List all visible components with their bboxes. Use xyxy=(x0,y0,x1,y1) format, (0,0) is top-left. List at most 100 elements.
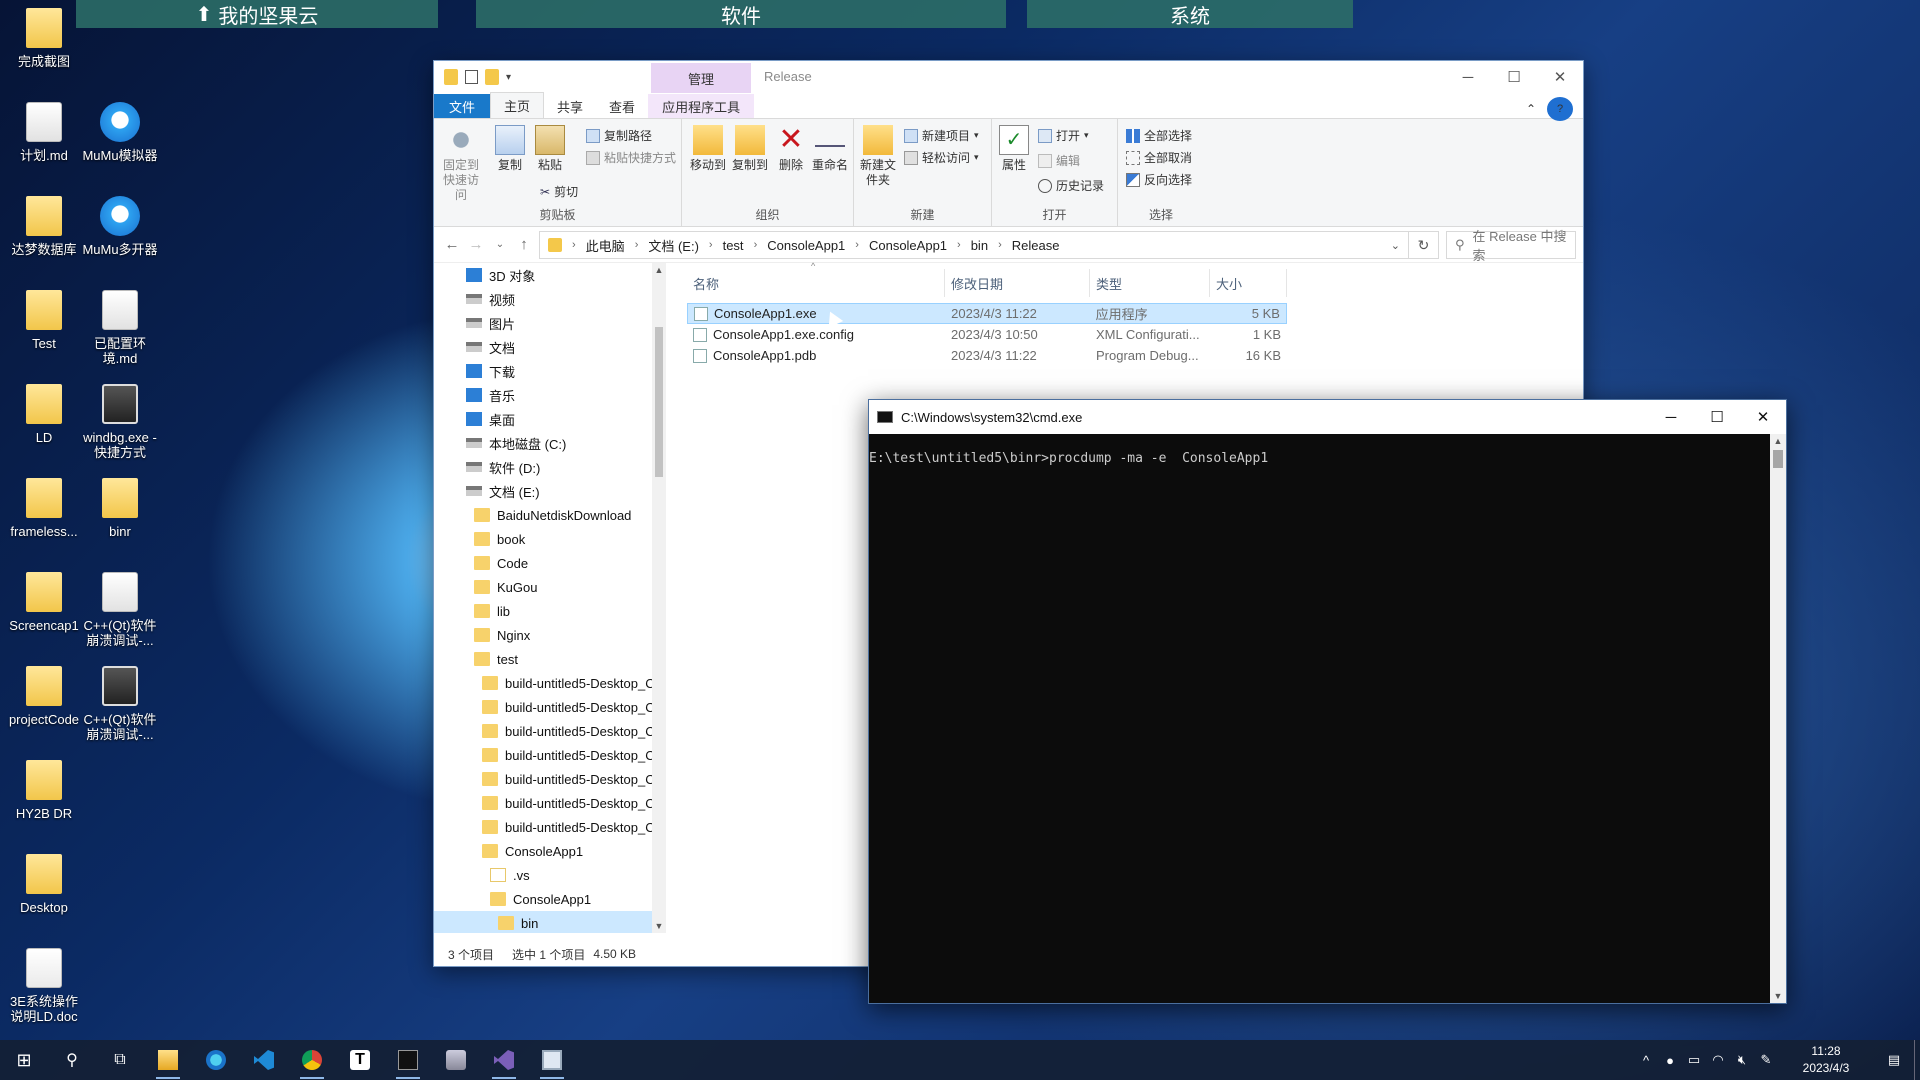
cmd-titlebar[interactable]: C:\Windows\system32\cmd.exe ─ ☐ ✕ xyxy=(869,400,1786,434)
taskbar-visual-studio[interactable] xyxy=(480,1040,528,1080)
cmd-console[interactable]: E:\test\untitled5\binr>procdump -ma -e C… xyxy=(869,434,1770,1003)
navigation-pane[interactable]: 3D 对象 视频 图片 文档 下载 音乐 桌面 本地磁盘 (C:) 软件 (D:) 文档 (E:)… xyxy=(434,263,666,933)
nav-item[interactable]: book xyxy=(434,527,666,551)
open-button[interactable]: 打开 ▾ xyxy=(1038,127,1089,144)
nav-scroll-thumb[interactable] xyxy=(655,327,663,477)
desktop-icon[interactable]: LD xyxy=(6,384,82,445)
edit-button[interactable]: 编辑 xyxy=(1038,152,1080,169)
move-to-button[interactable]: 移动到 xyxy=(690,125,726,173)
column-date[interactable]: 修改日期 xyxy=(945,269,1090,297)
file-row[interactable]: ConsoleApp1.pdb 2023/4/3 11:22 Program Deb… xyxy=(687,345,1287,366)
pin-button[interactable]: 固定到快速访问 xyxy=(438,125,484,203)
nav-item[interactable]: ConsoleApp1 xyxy=(434,839,666,863)
nav-item[interactable]: 下载 xyxy=(434,359,666,383)
refresh-button[interactable]: ↻ xyxy=(1409,231,1439,259)
chevron-right-icon[interactable]: › xyxy=(855,239,859,251)
scroll-down-icon[interactable]: ▼ xyxy=(652,921,666,931)
address-dropdown-icon[interactable]: ⌄ xyxy=(1391,239,1400,252)
cmd-scrollbar[interactable]: ▲ ▼ xyxy=(1770,434,1786,1003)
desktop-icon[interactable]: 达梦数据库 xyxy=(6,196,82,257)
explorer-titlebar[interactable]: ▾ 管理 Release ─ ☐ ✕ xyxy=(434,61,1583,93)
desktop-icon[interactable]: 完成截图 xyxy=(6,8,82,69)
desktop-icon[interactable]: 3E系统操作说明LD.doc xyxy=(6,948,82,1024)
easy-access-button[interactable]: 轻松访问 ▾ xyxy=(904,149,979,166)
scroll-up-icon[interactable]: ▲ xyxy=(652,265,666,275)
desktop-icon[interactable]: projectCode xyxy=(6,666,82,727)
chevron-right-icon[interactable]: › xyxy=(957,239,961,251)
desktop-icon[interactable]: Desktop xyxy=(6,854,82,915)
nav-item[interactable]: 桌面 xyxy=(434,407,666,431)
nav-item[interactable]: 本地磁盘 (C:) xyxy=(434,431,666,455)
taskbar-edge[interactable] xyxy=(192,1040,240,1080)
fence-software[interactable]: 软件 xyxy=(476,0,1006,28)
cmd-maximize-button[interactable]: ☐ xyxy=(1694,400,1740,434)
chevron-right-icon[interactable]: › xyxy=(998,239,1002,251)
chevron-up-icon[interactable]: ^ xyxy=(1634,1053,1658,1068)
desktop-icon[interactable]: C++(Qt)软件崩溃调试-... xyxy=(82,666,158,742)
desktop-icon[interactable]: HY2B DR xyxy=(6,760,82,821)
cmd-scroll-down-icon[interactable]: ▼ xyxy=(1770,991,1786,1001)
nav-item[interactable]: build-untitled5-Desktop_C xyxy=(434,695,666,719)
recent-dropdown-icon[interactable]: ⌄ xyxy=(488,239,512,250)
new-item-button[interactable]: 新建项目 ▾ xyxy=(904,127,979,144)
desktop-icon[interactable]: C++(Qt)软件崩溃调试-... xyxy=(82,572,158,648)
copy-to-button[interactable]: 复制到 xyxy=(732,125,768,173)
paste-button[interactable]: 粘贴 xyxy=(534,125,566,173)
nav-scrollbar[interactable]: ▲ ▼ xyxy=(652,263,666,933)
nav-item[interactable]: build-untitled5-Desktop_C xyxy=(434,671,666,695)
start-button[interactable]: ⊞ xyxy=(0,1040,48,1080)
nav-item[interactable]: 文档 xyxy=(434,335,666,359)
clock[interactable]: 11:28 2023/4/3 xyxy=(1778,1043,1874,1077)
chevron-right-icon[interactable]: › xyxy=(709,239,713,251)
desktop-icon[interactable]: Test xyxy=(6,290,82,351)
nav-item[interactable]: .vs xyxy=(434,863,666,887)
forward-arrow-icon[interactable]: → xyxy=(464,236,488,253)
qq-icon[interactable]: ● xyxy=(1658,1053,1682,1068)
search-input[interactable]: ⚲ 在 Release 中搜索 xyxy=(1446,229,1576,263)
file-row[interactable]: ConsoleApp1.exe 2023/4/3 11:22 应用程序 5 KB xyxy=(687,303,1287,324)
cmd-close-button[interactable]: ✕ xyxy=(1740,400,1786,434)
task-view-button[interactable]: ⧉ xyxy=(96,1040,144,1080)
volume-muted-icon[interactable]: 🔇︎ xyxy=(1730,1052,1754,1068)
tab-application-tools[interactable]: 应用程序工具 xyxy=(648,94,755,118)
nav-item[interactable]: 图片 xyxy=(434,311,666,335)
cmd-window[interactable]: C:\Windows\system32\cmd.exe ─ ☐ ✕ E:\tes… xyxy=(868,399,1787,1004)
cmd-scroll-thumb[interactable] xyxy=(1773,450,1783,468)
taskbar-explorer[interactable] xyxy=(144,1040,192,1080)
delete-button[interactable]: ✕ 删除 xyxy=(776,125,806,173)
qat-dropdown-icon[interactable]: ▾ xyxy=(506,72,511,83)
nav-item[interactable]: build-untitled5-Desktop_C xyxy=(434,791,666,815)
nav-item[interactable]: build-untitled5-Desktop_C xyxy=(434,719,666,743)
breadcrumb-item[interactable]: 此电脑 xyxy=(586,236,625,255)
close-button[interactable]: ✕ xyxy=(1537,61,1583,93)
taskbar-cmd[interactable] xyxy=(384,1040,432,1080)
show-desktop-button[interactable] xyxy=(1914,1040,1920,1080)
nav-item[interactable]: build-untitled5-Desktop_C xyxy=(434,815,666,839)
nav-item[interactable]: lib xyxy=(434,599,666,623)
history-button[interactable]: 历史记录 xyxy=(1038,177,1104,194)
invert-selection-button[interactable]: 反向选择 xyxy=(1126,171,1192,188)
paste-shortcut-button[interactable]: 粘贴快捷方式 xyxy=(586,149,676,166)
taskbar-monitor[interactable] xyxy=(528,1040,576,1080)
chevron-right-icon[interactable]: › xyxy=(754,239,758,251)
copy-path-button[interactable]: 复制路径 xyxy=(586,127,652,144)
manage-context-tab[interactable]: 管理 xyxy=(651,63,751,93)
maximize-button[interactable]: ☐ xyxy=(1491,61,1537,93)
battery-icon[interactable]: ▭ xyxy=(1682,1052,1706,1068)
fence-system[interactable]: 系统 xyxy=(1027,0,1353,28)
nav-item[interactable]: BaiduNetdiskDownload xyxy=(434,503,666,527)
column-size[interactable]: 大小 xyxy=(1210,269,1287,297)
nav-item[interactable]: Nginx xyxy=(434,623,666,647)
rename-button[interactable]: 重命名 xyxy=(810,125,850,173)
column-type[interactable]: 类型 xyxy=(1090,269,1210,297)
new-folder-icon[interactable] xyxy=(485,69,499,85)
network-icon[interactable]: ◠ xyxy=(1706,1052,1730,1068)
desktop-icon[interactable]: MuMu模拟器 xyxy=(82,102,158,163)
nav-item[interactable]: Code xyxy=(434,551,666,575)
cmd-minimize-button[interactable]: ─ xyxy=(1648,400,1694,434)
notifications-icon[interactable]: ▤ xyxy=(1874,1052,1914,1068)
chevron-right-icon[interactable]: › xyxy=(572,239,576,251)
tab-share[interactable]: 共享 xyxy=(544,94,596,118)
taskbar-chrome[interactable] xyxy=(288,1040,336,1080)
taskbar-typora[interactable]: T xyxy=(336,1040,384,1080)
